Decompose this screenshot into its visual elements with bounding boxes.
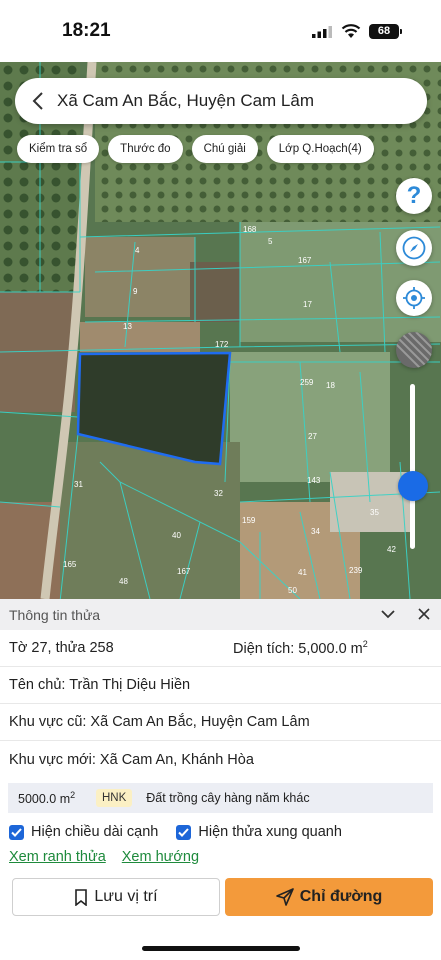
- chip-ruler[interactable]: Thước đo: [108, 135, 183, 163]
- sheet-parcel-text: Tờ 27, thửa 258: [9, 640, 114, 656]
- show-edge-length-label: Hiện chiều dài cạnh: [31, 824, 159, 840]
- crosshair-icon: [403, 287, 425, 309]
- map-label[interactable]: 50: [288, 586, 297, 595]
- sheet-parcel-row: Tờ 27, thửa 258 Diện tích: 5,000.0 m2: [0, 630, 441, 667]
- status-time: 18:21: [62, 20, 111, 41]
- map-label[interactable]: 13: [123, 322, 132, 331]
- chip-legend[interactable]: Chú giải: [191, 135, 258, 163]
- map-label[interactable]: 5: [268, 237, 272, 246]
- map-label[interactable]: 143: [307, 476, 320, 485]
- save-location-label: Lưu vị trí: [94, 888, 158, 905]
- map-label[interactable]: 31: [74, 480, 83, 489]
- map-label[interactable]: 165: [63, 560, 76, 569]
- compass-icon: [402, 236, 426, 260]
- directions-label: Chỉ đường: [299, 888, 383, 905]
- opacity-slider-thumb[interactable]: [398, 471, 428, 501]
- map-label[interactable]: 32: [214, 489, 223, 498]
- bookmark-icon: [75, 888, 88, 906]
- help-button[interactable]: ?: [396, 178, 432, 214]
- old-area-text: Khu vực cũ: Xã Cam An Bắc, Huyện Cam Lâm: [9, 714, 310, 730]
- map-label[interactable]: 27: [308, 432, 317, 441]
- land-area-text: 5000.0 m2: [18, 789, 76, 807]
- compass-button[interactable]: [396, 230, 432, 266]
- chevron-down-icon[interactable]: [380, 607, 396, 621]
- close-icon[interactable]: [417, 607, 431, 621]
- view-boundary-link[interactable]: Xem ranh thửa: [9, 849, 106, 865]
- land-type-text: Đất trồng cây hàng năm khác: [146, 791, 310, 805]
- layer-stripes-icon: [396, 332, 432, 368]
- checkbox-checked-icon[interactable]: [176, 824, 192, 840]
- map-label[interactable]: 172: [215, 340, 228, 349]
- show-edge-length-checkbox[interactable]: Hiện chiều dài cạnh: [9, 824, 158, 840]
- area-text: Diện tích: 5,000.0 m2: [233, 639, 368, 657]
- panel-title: Thông tin thửa: [9, 606, 101, 623]
- map-label[interactable]: 9: [133, 287, 137, 296]
- parcel-info-panel: Thông tin thửa Tờ 27, thửa 258 Diện tích…: [0, 599, 441, 960]
- map-label[interactable]: 239: [349, 566, 362, 575]
- panel-header: Thông tin thửa: [0, 599, 441, 630]
- chip-planning-layers[interactable]: Lớp Q.Hoạch(4): [266, 135, 374, 163]
- map-label[interactable]: 41: [298, 568, 307, 577]
- map-label[interactable]: 35: [370, 508, 379, 517]
- land-use-row: 5000.0 m2 HNK Đất trồng cây hàng năm khá…: [8, 783, 433, 813]
- show-neighbors-checkbox[interactable]: Hiện thửa xung quanh: [176, 824, 342, 840]
- map-label[interactable]: 17: [303, 300, 312, 309]
- panel-links: Xem ranh thửa Xem hướng: [0, 849, 441, 865]
- directions-button[interactable]: Chỉ đường: [225, 878, 433, 916]
- map-label[interactable]: 48: [119, 577, 128, 586]
- map-label[interactable]: 18: [326, 381, 335, 390]
- show-neighbors-label: Hiện thửa xung quanh: [198, 824, 342, 840]
- search-location-text[interactable]: Xã Cam An Bắc, Huyện Cam Lâm: [57, 91, 314, 111]
- opacity-slider-track[interactable]: [410, 384, 415, 549]
- map-label[interactable]: 167: [177, 567, 190, 576]
- wifi-icon: [341, 24, 361, 38]
- locate-button[interactable]: [396, 280, 432, 316]
- map-tool-chips: Kiểm tra sổ Thước đo Chú giải Lớp Q.Hoạc…: [17, 135, 374, 163]
- layer-opacity-button[interactable]: [396, 332, 432, 368]
- status-bar: 18:21 68: [0, 0, 441, 62]
- map-label[interactable]: 159: [242, 516, 255, 525]
- map-label[interactable]: 259: [300, 378, 313, 387]
- map-label[interactable]: 4: [135, 246, 139, 255]
- back-arrow-icon[interactable]: [19, 78, 57, 124]
- land-code-badge: HNK: [96, 789, 133, 807]
- map-label[interactable]: 42: [387, 545, 396, 554]
- map-label[interactable]: 40: [172, 531, 181, 540]
- home-indicator: [142, 946, 300, 951]
- new-area-row: Khu vực mới: Xã Cam An, Khánh Hòa: [0, 741, 441, 778]
- panel-actions: Lưu vị trí Chỉ đường: [12, 878, 433, 916]
- battery-indicator: 68: [369, 24, 402, 39]
- map-label[interactable]: 167: [298, 256, 311, 265]
- question-icon: ?: [406, 182, 422, 209]
- new-area-text: Khu vực mới: Xã Cam An, Khánh Hòa: [9, 751, 254, 768]
- search-bar[interactable]: Xã Cam An Bắc, Huyện Cam Lâm: [15, 78, 427, 124]
- owner-text: Tên chủ: Trần Thị Diệu Hiền: [9, 677, 191, 693]
- checkbox-checked-icon[interactable]: [9, 824, 24, 840]
- view-direction-link[interactable]: Xem hướng: [122, 849, 199, 865]
- old-area-row: Khu vực cũ: Xã Cam An Bắc, Huyện Cam Lâm: [0, 704, 441, 741]
- signal-icon: [312, 26, 332, 38]
- map-view[interactable]: 168 5 167 4 9 17 13 172 259 18 27 31 143…: [0, 62, 441, 599]
- map-label[interactable]: 34: [311, 527, 320, 536]
- chip-check-book[interactable]: Kiểm tra sổ: [17, 135, 100, 163]
- save-location-button[interactable]: Lưu vị trí: [12, 878, 220, 916]
- options-checkboxes: Hiện chiều dài cạnh Hiện thửa xung quanh: [0, 824, 441, 840]
- owner-row: Tên chủ: Trần Thị Diệu Hiền: [0, 667, 441, 704]
- map-label[interactable]: 168: [243, 225, 256, 234]
- send-arrow-icon: [275, 888, 294, 906]
